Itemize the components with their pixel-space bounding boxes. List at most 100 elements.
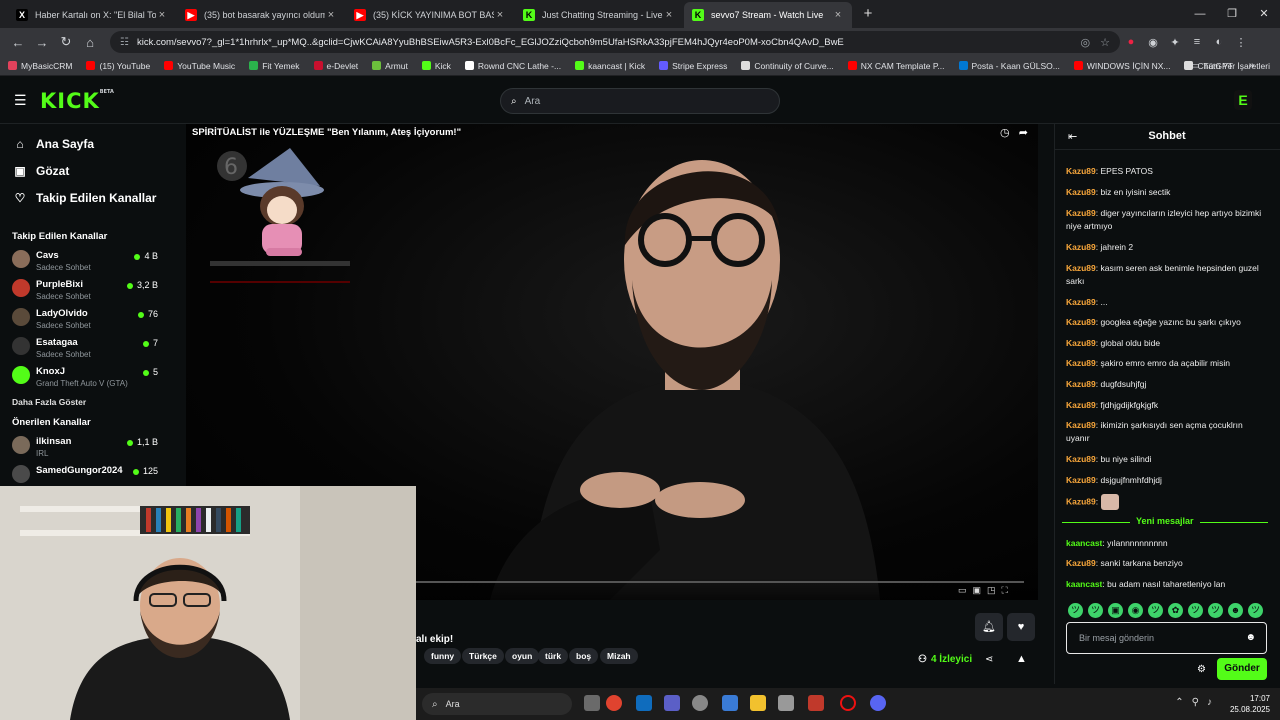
pip-icon[interactable]: ◳ xyxy=(987,585,1002,595)
emote-icon[interactable]: ◉ xyxy=(1128,603,1143,618)
reload-button[interactable]: ↻ xyxy=(54,34,78,50)
taskbar-search[interactable]: ⌕ Ara xyxy=(422,693,572,715)
bookmark-item[interactable]: NX CAM Template P... xyxy=(847,61,945,71)
bookmark-item[interactable]: Rownd CNC Lathe -... xyxy=(464,61,561,71)
reading-list-icon[interactable]: ≡ xyxy=(1186,36,1208,48)
app3-icon[interactable] xyxy=(808,695,824,711)
bookmark-item[interactable]: kaancast | Kick xyxy=(575,61,645,71)
bookmark-item[interactable]: YouTube Music xyxy=(164,61,235,71)
bookmark-item[interactable]: (15) YouTube xyxy=(86,61,150,71)
chat-username[interactable]: Kazu89 xyxy=(1066,317,1096,327)
quality-icon[interactable]: ▭ xyxy=(958,585,973,595)
teams-icon[interactable] xyxy=(664,695,680,711)
chat-username[interactable]: Kazu89 xyxy=(1066,166,1096,176)
chat-username[interactable]: Kazu89 xyxy=(1066,420,1096,430)
sidebar-nav-browse[interactable]: ▣ Gözat xyxy=(0,157,170,184)
app2-icon[interactable] xyxy=(722,695,738,711)
all-bookmarks[interactable]: ▭ Tüm Yer İşaretleri xyxy=(1191,60,1270,71)
browser-menu-icon[interactable]: ⋮ xyxy=(1230,36,1252,49)
close-window-button[interactable]: ✕ xyxy=(1248,0,1280,28)
chat-username[interactable]: Kazu89 xyxy=(1066,400,1096,410)
sidebar-channel[interactable]: ilkinsan IRL 1,1 B xyxy=(0,434,170,463)
emote-icon[interactable]: ツ xyxy=(1188,603,1203,618)
stream-tag[interactable]: boş xyxy=(569,648,599,664)
emote-icon[interactable]: ▣ xyxy=(1108,603,1123,618)
theater-mode-icon[interactable]: ▣ xyxy=(973,585,988,595)
emote-icon[interactable]: ☻ xyxy=(1228,603,1243,618)
url-bar[interactable]: ☷ kick.com/sevvo7?_gl=1*1hrhrlx*_up*MQ..… xyxy=(110,31,1120,53)
tab-close-icon[interactable]: × xyxy=(156,9,168,21)
chrome-icon[interactable] xyxy=(606,695,622,711)
tab-close-icon[interactable]: × xyxy=(832,9,844,21)
bookmark-item[interactable]: Fit Yemek xyxy=(249,61,300,71)
tab-close-icon[interactable]: × xyxy=(494,9,506,21)
chat-username[interactable]: Kazu89 xyxy=(1066,454,1096,464)
chat-username[interactable]: Kazu89 xyxy=(1066,338,1096,348)
share-icon[interactable]: ⋖ xyxy=(985,654,993,665)
emote-icon[interactable]: ツ xyxy=(1248,603,1263,618)
calculator-icon[interactable] xyxy=(778,695,794,711)
browser-tab[interactable]: ▶ (35) bot basarak yayıncı oldum × xyxy=(177,2,345,28)
fullscreen-icon[interactable]: ⛶ xyxy=(1002,585,1014,595)
show-more-link[interactable]: Daha Fazla Göster xyxy=(0,397,170,407)
sidebar-channel[interactable]: LadyOlvido Sadece Sohbet 76 xyxy=(0,306,170,335)
tray-chevron-icon[interactable]: ⌃ xyxy=(1175,697,1191,708)
bookmark-item[interactable]: Kick xyxy=(421,61,451,71)
bookmark-item[interactable]: e-Devlet xyxy=(313,61,358,71)
bookmark-item[interactable]: Posta - Kaan GÜLSO... xyxy=(958,61,1060,71)
browser-tab[interactable]: X Haber Kartalı on X: "El Bilal Tou × xyxy=(8,2,176,28)
chat-username[interactable]: Kazu89 xyxy=(1066,242,1096,252)
home-button[interactable]: ⌂ xyxy=(78,35,102,50)
chat-username[interactable]: kaancast xyxy=(1066,538,1102,548)
sidebar-channel[interactable]: Esatagaa Sadece Sohbet 7 xyxy=(0,335,170,364)
chat-username[interactable]: Kazu89 xyxy=(1066,379,1096,389)
follow-heart-button[interactable]: ♥ xyxy=(1007,613,1035,641)
send-message-button[interactable]: Gönder xyxy=(1217,658,1267,680)
minimize-button[interactable]: — xyxy=(1184,0,1216,28)
maximize-button[interactable]: ❐ xyxy=(1216,0,1248,28)
sidebar-channel[interactable]: PurpleBixi Sadece Sohbet 3,2 B xyxy=(0,277,170,306)
chat-username[interactable]: Kazu89 xyxy=(1066,263,1096,273)
hamburger-menu-icon[interactable]: ☰ xyxy=(14,93,28,107)
clock-icon[interactable]: ◷ xyxy=(1000,127,1010,139)
file-explorer-icon[interactable] xyxy=(750,695,766,711)
emote-icon[interactable]: ツ xyxy=(1208,603,1223,618)
chat-username[interactable]: Kazu89 xyxy=(1066,208,1096,218)
back-button[interactable]: ← xyxy=(6,35,30,50)
sidebar-nav-home[interactable]: ⌂ Ana Sayfa xyxy=(0,130,170,157)
emote-icon[interactable]: ✿ xyxy=(1168,603,1183,618)
emote-icon[interactable]: ツ xyxy=(1068,603,1083,618)
stream-tag[interactable]: oyun xyxy=(505,648,540,664)
volume-icon[interactable]: ♪ xyxy=(1207,697,1220,708)
sidebar-channel[interactable]: KnoxJ Grand Theft Auto V (GTA) 5 xyxy=(0,364,170,393)
sidebar-channel[interactable]: Cavs Sadece Sohbet 4 B xyxy=(0,248,170,277)
browser-tab[interactable]: ▶ (35) KİCK YAYINIMA BOT BASTI × xyxy=(346,2,514,28)
outlook-icon[interactable] xyxy=(636,695,652,711)
chat-username[interactable]: Kazu89 xyxy=(1066,297,1096,307)
new-tab-button[interactable]: + xyxy=(857,3,879,25)
stream-tag[interactable]: türk xyxy=(538,648,569,664)
tab-close-icon[interactable]: × xyxy=(663,9,675,21)
report-warning-icon[interactable]: ▲ xyxy=(1016,653,1027,665)
chat-settings-gear-icon[interactable]: ⚙ xyxy=(1197,664,1206,675)
chat-username[interactable]: Kazu89 xyxy=(1066,558,1096,568)
emoji-picker-icon[interactable]: ☻ xyxy=(1245,632,1256,643)
stream-tag[interactable]: Mizah xyxy=(600,648,638,664)
bookmark-item[interactable]: Continuity of Curve... xyxy=(741,61,834,71)
bookmark-item[interactable]: Stripe Express xyxy=(659,61,727,71)
chat-username[interactable]: Kazu89 xyxy=(1066,496,1096,506)
stream-tag[interactable]: funny xyxy=(424,648,462,664)
emote-icon[interactable]: ツ xyxy=(1148,603,1163,618)
taskbar-clock[interactable]: 17:07 25.08.2025 xyxy=(1230,693,1270,715)
opera-icon[interactable] xyxy=(840,695,856,711)
bookmark-item[interactable]: WINDOWS İÇİN NX... xyxy=(1073,61,1170,71)
stream-tag[interactable]: Türkçe xyxy=(462,648,504,664)
bookmark-item[interactable]: Armut xyxy=(372,61,408,71)
share-arrow-icon[interactable]: ➦ xyxy=(1019,127,1028,139)
extensions-puzzle-icon[interactable]: ✦ xyxy=(1164,36,1186,49)
forward-button[interactable]: → xyxy=(30,35,54,50)
extension-red-icon[interactable]: ● xyxy=(1120,36,1142,48)
kick-logo[interactable]: KICKBETA xyxy=(40,89,114,113)
bookmark-star-icon[interactable]: ☆ xyxy=(1100,36,1110,49)
browser-tab[interactable]: Ksevvo7 Stream - Watch Live × xyxy=(684,2,852,28)
